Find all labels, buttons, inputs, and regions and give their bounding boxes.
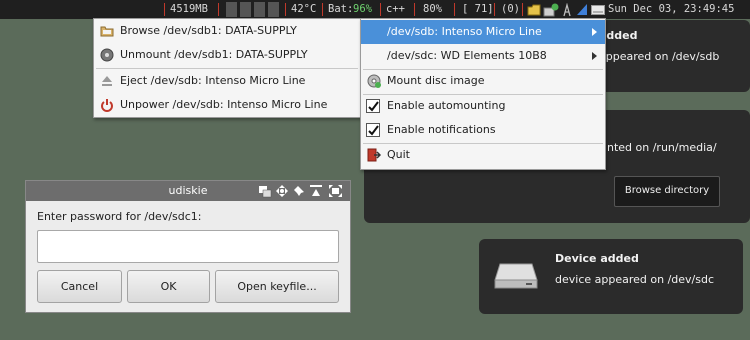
battery-value: 96%	[353, 3, 372, 15]
language-indicator: c++	[386, 3, 405, 15]
submenu-arrow-icon	[592, 52, 597, 60]
menu-item-label: Enable automounting	[387, 99, 506, 112]
bar-separator	[322, 3, 323, 16]
notification-body: appeared on /dev/sdb	[599, 50, 720, 63]
menu-item-label: Unmount /dev/sdb1: DATA-SUPPLY	[120, 48, 308, 61]
udiskie-tray-icon[interactable]	[527, 3, 541, 16]
menu-item-unmount[interactable]: Unmount /dev/sdb1: DATA-SUPPLY	[94, 43, 360, 67]
menu-item-unpower[interactable]: Unpower /dev/sdb: Intenso Micro Line	[94, 93, 360, 117]
notification-body: device appeared on /dev/sdc	[555, 273, 715, 286]
dialog-titlebar[interactable]: udiskie	[26, 181, 350, 201]
bar-separator	[285, 3, 286, 16]
cancel-button[interactable]: Cancel	[37, 270, 122, 303]
power-icon	[101, 99, 113, 112]
move-icon[interactable]	[276, 185, 288, 197]
workspace-button[interactable]	[254, 2, 265, 17]
tile-icon[interactable]	[259, 186, 272, 198]
battery-label: Bat:	[328, 3, 354, 15]
browse-directory-button[interactable]: Browse directory	[614, 176, 720, 207]
bar-separator	[164, 3, 165, 16]
menu-item-quit[interactable]: Quit	[361, 143, 605, 167]
checkmark-icon	[368, 125, 379, 136]
menu-item-label: /dev/sdc: WD Elements 10B8	[387, 49, 547, 62]
hand-tray-icon[interactable]	[562, 3, 572, 17]
udiskie-main-menu: /dev/sdb: Intenso Micro Line /dev/sdc: W…	[360, 18, 606, 170]
maximize-icon[interactable]	[329, 185, 342, 197]
quit-icon	[367, 148, 381, 162]
network-tray-icon[interactable]	[543, 3, 559, 17]
submenu-arrow-icon	[592, 28, 597, 36]
menu-item-automount[interactable]: Enable automounting	[361, 94, 605, 118]
notification-title: Device added	[555, 252, 639, 265]
folder-icon	[100, 26, 114, 37]
bar-separator	[414, 3, 415, 16]
notification-body: nted on /run/media/	[607, 141, 717, 154]
menu-item-mount-disc-image[interactable]: Mount disc image	[361, 69, 605, 93]
menu-item-label: Unpower /dev/sdb: Intenso Micro Line	[120, 98, 328, 111]
dialog-title: udiskie	[168, 184, 208, 197]
device-action-menu: Browse /dev/sdb1: DATA-SUPPLY Unmount /d…	[93, 18, 361, 118]
password-prompt: Enter password for /dev/sdc1:	[37, 210, 202, 223]
menu-item-label: Quit	[387, 148, 410, 161]
checkmark-icon	[368, 101, 379, 112]
unread-indicator: (0)	[501, 3, 520, 15]
password-input[interactable]	[37, 230, 339, 263]
bar-separator	[218, 3, 219, 16]
menu-item-label: Browse /dev/sdb1: DATA-SUPPLY	[120, 24, 297, 37]
open-keyfile-button[interactable]: Open keyfile...	[215, 270, 339, 303]
menu-item-device-sdc[interactable]: /dev/sdc: WD Elements 10B8	[361, 44, 605, 68]
menu-item-label: Enable notifications	[387, 123, 496, 136]
bar-separator	[494, 3, 495, 16]
menu-item-label: Mount disc image	[387, 74, 485, 87]
signal-tray-icon[interactable]	[576, 3, 588, 16]
pin-icon[interactable]	[294, 186, 304, 196]
status-bar: 4519MB 42°C Bat: 96% c++ 80% [ 71] (0) S…	[0, 0, 750, 19]
temperature-indicator: 42°C	[291, 3, 317, 15]
clock: Sun Dec 03, 23:49:45	[608, 3, 735, 15]
ok-button[interactable]: OK	[127, 270, 210, 303]
unmount-icon	[100, 48, 114, 62]
notification-device-added-sdc[interactable]: Device added device appeared on /dev/sdc	[479, 239, 743, 314]
menu-item-eject[interactable]: Eject /dev/sdb: Intenso Micro Line	[94, 69, 360, 93]
workspace-button[interactable]	[240, 2, 251, 17]
bar-separator	[522, 3, 523, 16]
keyboard-tray-icon[interactable]	[591, 3, 605, 16]
titlebar-controls	[259, 185, 342, 198]
bar-separator	[454, 3, 455, 16]
bar-separator	[380, 3, 381, 16]
disc-image-icon	[367, 74, 381, 88]
memory-indicator: 4519MB	[170, 3, 208, 15]
menu-item-notifications[interactable]: Enable notifications	[361, 118, 605, 142]
menu-item-browse[interactable]: Browse /dev/sdb1: DATA-SUPPLY	[94, 19, 360, 43]
workspace-button[interactable]	[226, 2, 237, 17]
notifications-checkbox[interactable]	[366, 123, 380, 137]
password-dialog: udiskie Enter password for /dev/sdc1: Ca…	[25, 180, 351, 313]
volume-indicator: 80%	[423, 3, 442, 15]
workspace-button[interactable]	[268, 2, 279, 17]
shade-icon[interactable]	[310, 185, 322, 196]
count-indicator: [ 71]	[462, 3, 494, 15]
eject-icon	[102, 76, 112, 86]
menu-item-label: Eject /dev/sdb: Intenso Micro Line	[120, 74, 306, 87]
automount-checkbox[interactable]	[366, 99, 380, 113]
drive-icon	[494, 263, 538, 289]
menu-item-device-sdb[interactable]: /dev/sdb: Intenso Micro Line	[361, 20, 605, 44]
menu-item-label: /dev/sdb: Intenso Micro Line	[387, 25, 542, 38]
